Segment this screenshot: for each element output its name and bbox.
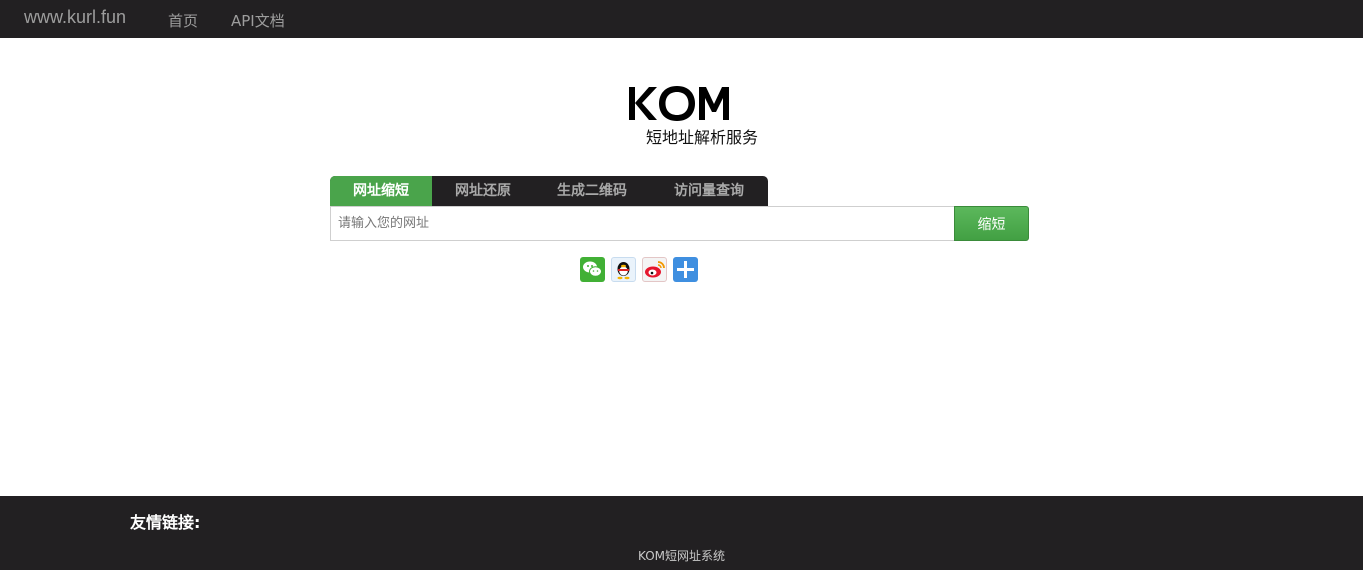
wechat-icon[interactable]: [580, 257, 605, 282]
tab-shorten[interactable]: 网址缩短: [330, 176, 432, 206]
footer: 友情链接: KOM短网址系统: [0, 496, 1363, 570]
qq-icon[interactable]: [611, 257, 636, 282]
friend-links-label: 友情链接:: [130, 513, 201, 532]
shorten-button[interactable]: 缩短: [954, 206, 1029, 241]
brand-link[interactable]: www.kurl.fun: [24, 7, 126, 28]
tab-restore[interactable]: 网址还原: [432, 176, 534, 206]
weibo-icon[interactable]: [642, 257, 667, 282]
copyright-text: KOM短网址系统: [637, 549, 725, 563]
tab-qrcode[interactable]: 生成二维码: [534, 176, 650, 206]
tool-tabs: 网址缩短 网址还原 生成二维码 访问量查询: [330, 176, 768, 206]
nav-api-docs-link[interactable]: API文档: [231, 10, 285, 31]
top-navbar: www.kurl.fun 首页 API文档: [0, 0, 1363, 38]
url-input[interactable]: [330, 206, 956, 241]
nav-home-link[interactable]: 首页: [168, 10, 198, 31]
kom-logo: [629, 86, 729, 121]
service-subtitle: 短地址解析服务: [646, 128, 759, 147]
more-share-icon[interactable]: [673, 257, 698, 282]
tab-visit-stats[interactable]: 访问量查询: [650, 176, 768, 206]
